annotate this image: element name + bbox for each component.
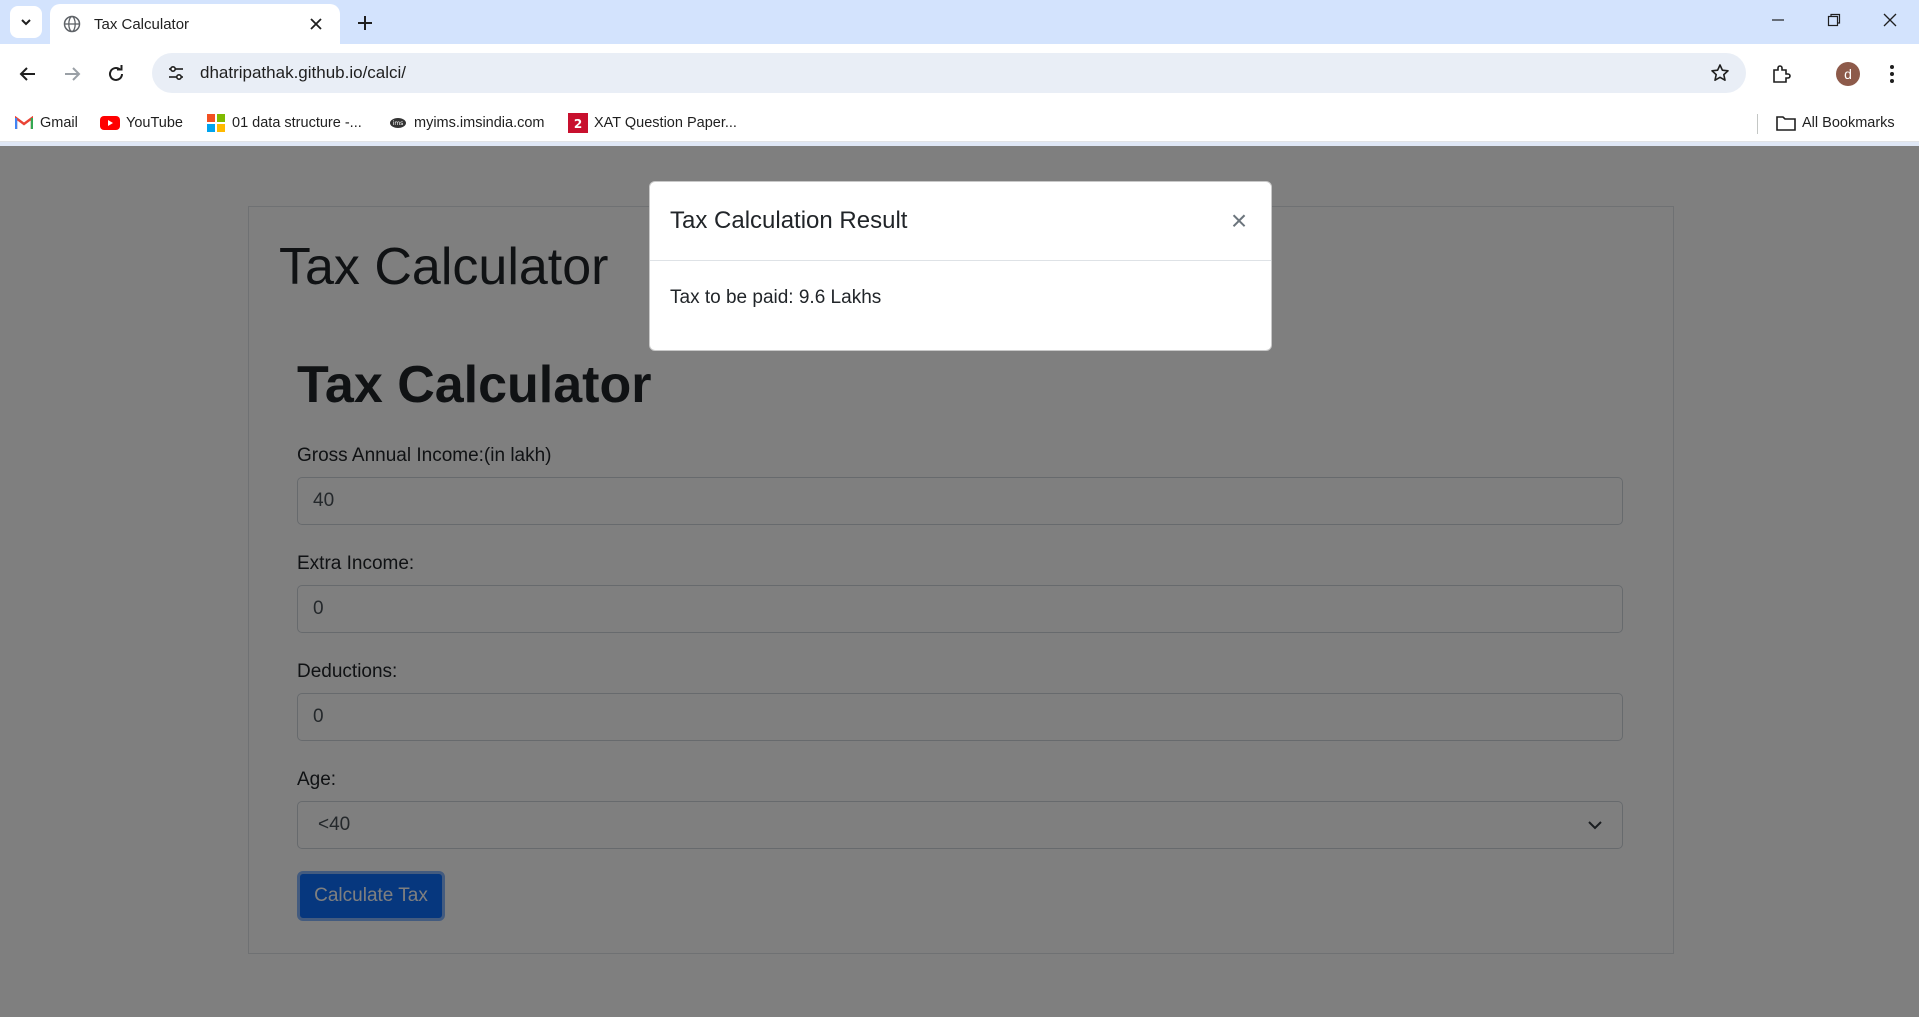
modal-title: Tax Calculation Result: [670, 207, 908, 234]
modal-body: Tax to be paid: 9.6 Lakhs: [670, 287, 882, 308]
minimize-button[interactable]: [1750, 0, 1806, 40]
site-info-icon[interactable]: [158, 55, 194, 91]
arrow-left-icon: [19, 67, 35, 81]
new-tab-button[interactable]: [350, 8, 380, 38]
bookmark-xat[interactable]: 2 XAT Question Paper...: [568, 110, 737, 136]
all-bookmarks-label: All Bookmarks: [1802, 115, 1895, 131]
minimize-icon: [1772, 19, 1784, 21]
modal-header: Tax Calculation Result ×: [650, 182, 1271, 261]
youtube-icon: [100, 113, 120, 133]
restore-icon: [1827, 13, 1841, 27]
puzzle-icon: [1773, 65, 1791, 83]
restore-button[interactable]: [1806, 0, 1862, 40]
bookmark-label: YouTube: [126, 115, 183, 131]
close-tab-icon[interactable]: [304, 12, 328, 36]
close-icon[interactable]: ×: [1227, 205, 1251, 236]
reload-button[interactable]: [100, 58, 132, 90]
svg-text:ims: ims: [393, 120, 404, 127]
close-window-button[interactable]: [1862, 0, 1918, 40]
address-bar[interactable]: dhatripathak.github.io/calci/: [152, 53, 1746, 93]
page-viewport: Tax Calculator Tax Calculator Gross Annu…: [0, 146, 1919, 1017]
chevron-down-icon: [21, 19, 31, 26]
bookmark-star-icon[interactable]: [1702, 55, 1738, 91]
bookmarks-divider: [1757, 114, 1758, 134]
bookmarks-bar: Gmail YouTube 01 data structure -... ims…: [0, 104, 1919, 142]
url-text[interactable]: dhatripathak.github.io/calci/: [200, 63, 1702, 83]
browser-tabstrip: Tax Calculator: [0, 0, 1919, 44]
microsoft-icon: [206, 113, 226, 133]
bookmark-youtube[interactable]: YouTube: [100, 110, 183, 136]
bookmark-myims[interactable]: ims myims.imsindia.com: [388, 110, 545, 136]
extensions-button[interactable]: [1765, 58, 1797, 90]
svg-text:2: 2: [574, 117, 582, 131]
reload-icon: [109, 65, 123, 81]
active-tab[interactable]: Tax Calculator: [50, 4, 340, 44]
menu-button[interactable]: [1876, 58, 1908, 90]
bookmark-label: XAT Question Paper...: [594, 115, 737, 131]
tab-search-button[interactable]: [10, 6, 42, 38]
bookmark-label: Gmail: [40, 115, 78, 131]
bookmark-data-structure[interactable]: 01 data structure -...: [206, 110, 362, 136]
globe-icon: [62, 14, 82, 34]
back-button[interactable]: [12, 58, 44, 90]
browser-toolbar: dhatripathak.github.io/calci/ d: [0, 44, 1919, 104]
bookmark-gmail[interactable]: Gmail: [14, 110, 78, 136]
profile-avatar[interactable]: d: [1836, 62, 1860, 86]
arrow-right-icon: [65, 67, 81, 81]
all-bookmarks-button[interactable]: All Bookmarks: [1776, 110, 1895, 136]
ims-icon: ims: [388, 113, 408, 133]
result-modal: Tax Calculation Result × Tax to be paid:…: [649, 181, 1272, 351]
bookmark-label: myims.imsindia.com: [414, 115, 545, 131]
close-icon: [1883, 13, 1897, 27]
forward-button[interactable]: [56, 58, 88, 90]
tab-title: Tax Calculator: [94, 15, 190, 33]
xat-icon: 2: [568, 113, 588, 133]
bookmark-label: 01 data structure -...: [232, 115, 362, 131]
more-vert-icon: [1890, 65, 1894, 83]
folder-icon: [1776, 113, 1796, 133]
gmail-icon: [14, 113, 34, 133]
plus-icon: [358, 16, 372, 30]
